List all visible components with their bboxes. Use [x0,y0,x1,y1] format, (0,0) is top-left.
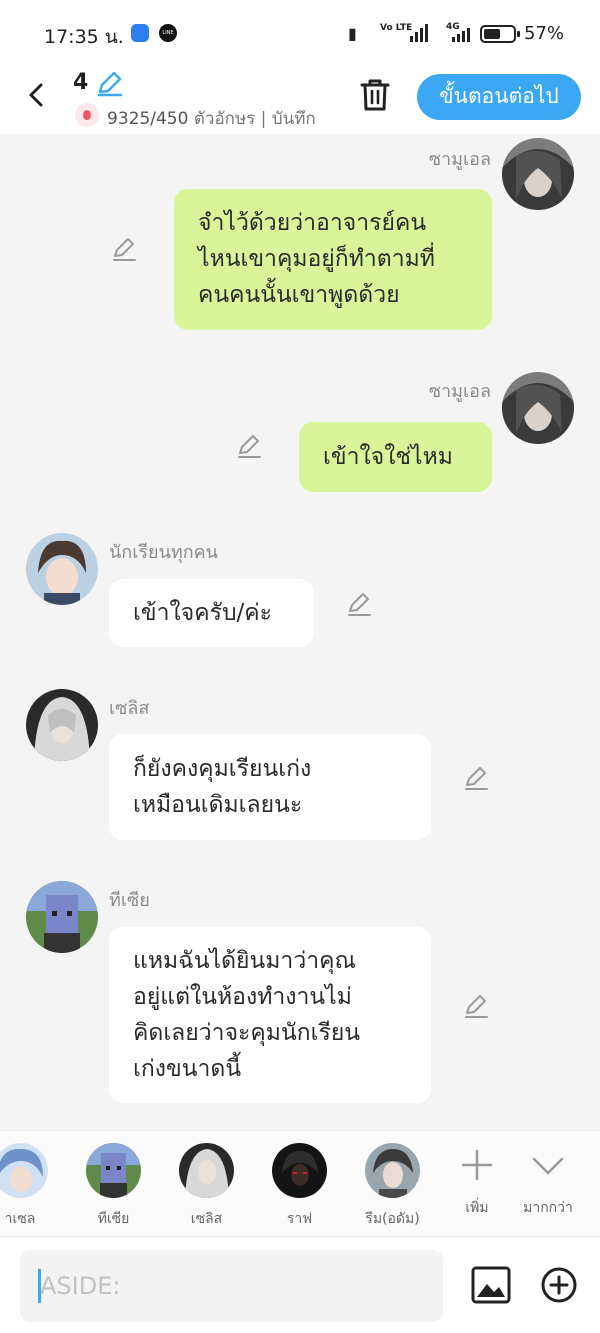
image-icon[interactable] [470,1265,512,1305]
signal-icon [410,24,428,42]
line-notification-icon: LINE [159,24,177,42]
text-cursor [38,1269,41,1303]
sender-name: ซามูเอล [428,149,491,170]
add-character-icon[interactable] [459,1147,495,1183]
status-time: 17:35 น. [44,26,124,48]
back-arrow-icon[interactable] [22,80,52,110]
sender-name: ทีเซีย [109,890,150,911]
message-line: แหมฉันได้ยินมาว่าคุณ [133,948,356,974]
composer-bar [0,1236,600,1333]
chevron-down-icon[interactable] [530,1147,566,1183]
volte-indicator: Vo LTE [380,23,413,33]
message-line: ไหนเขาคุมอยู่ก็ทำตามที่ [198,246,435,272]
avatar[interactable] [26,533,98,605]
message-line: เข้าใจใช่ไหม [323,444,453,470]
pencil-icon[interactable] [95,70,123,98]
character-label: ราฟ [286,1211,313,1227]
character-avatar[interactable] [272,1143,327,1198]
character-selector: าเซล ทีเซีย เซลิส ราฟ รีม(อดัม) เพิ่ม มา… [0,1130,600,1236]
character-label: ทีเซีย [97,1211,130,1227]
character-label: เซลิส [190,1211,223,1227]
message-line: เก่งขนาดนี้ [133,1056,242,1082]
message-line: คิดเลยว่าจะคุมนักเรียน [133,1020,361,1046]
status-bar: 17:35 น. LINE ▮ Vo LTE 4G 57% [0,0,600,66]
sender-name: นักเรียนทุกคน [109,542,218,563]
character-count-suffix: ตัวอักษร | บันทึก [188,109,316,129]
avatar[interactable] [26,881,98,953]
next-step-button[interactable]: ขั้นตอนต่อไป [417,74,581,120]
message-line: คนคนนั้นเขาพูดด้วย [198,282,400,308]
message-line: อยู่แต่ในห้องทำงานไม่ [133,984,352,1010]
character-count-value: 9325/450 [107,109,189,129]
edit-pencil-icon[interactable] [462,764,490,792]
character-count: 9325/450 ตัวอักษร | บันทึก [107,105,331,132]
editor-header: 4 9325/450 ตัวอักษร | บันทึก ขั้นตอนต่อไ… [0,66,600,134]
trash-icon[interactable] [359,78,391,112]
avatar[interactable] [26,689,98,761]
edit-pencil-icon[interactable] [462,992,490,1020]
message-bubble[interactable]: จำไว้ด้วยว่าอาจารย์คน ไหนเขาคุมอยู่ก็ทำต… [174,189,492,330]
character-avatar[interactable] [86,1143,141,1198]
character-avatar[interactable] [0,1143,48,1198]
fire-icon [75,103,99,127]
edit-pencil-icon[interactable] [235,432,263,460]
message-bubble[interactable]: เข้าใจครับ/ค่ะ [109,579,314,647]
battery-percent: 57% [524,23,565,44]
character-label: าเซล [4,1211,36,1227]
battery-icon [480,25,520,43]
chat-area[interactable]: ซามูเอล จำไว้ด้วยว่าอาจารย์คน ไหนเขาคุมอ… [0,134,600,1130]
message-line: จำไว้ด้วยว่าอาจารย์คน [198,210,427,236]
vibrate-icon: ▮ [348,24,357,43]
more-characters-label[interactable]: มากกว่า [518,1197,578,1219]
message-line: ก็ยังคงคุมเรียนเก่ง [133,756,312,782]
message-bubble[interactable]: ก็ยังคงคุมเรียนเก่ง เหมือนเดิมเลยนะ [109,734,431,840]
avatar[interactable] [502,372,574,444]
add-character-label[interactable]: เพิ่ม [452,1197,502,1219]
sender-name: เซลิส [109,698,150,719]
message-bubble[interactable]: แหมฉันได้ยินมาว่าคุณ อยู่แต่ในห้องทำงานไ… [109,927,431,1103]
message-line: เหมือนเดิมเลยนะ [133,792,303,818]
add-plus-icon[interactable] [540,1266,578,1304]
sender-name: ซามูเอล [428,381,491,402]
signal-icon-2 [452,28,470,42]
edit-pencil-icon[interactable] [345,590,373,618]
character-avatar[interactable] [179,1143,234,1198]
edit-pencil-icon[interactable] [110,235,138,263]
aside-input[interactable] [20,1250,443,1322]
character-avatar[interactable] [365,1143,420,1198]
avatar[interactable] [502,138,574,210]
app-notification-icon [131,24,149,42]
episode-number: 4 [73,70,89,95]
character-label: รีม(อดัม) [365,1211,420,1227]
message-bubble[interactable]: เข้าใจใช่ไหม [299,422,492,492]
message-line: เข้าใจครับ/ค่ะ [133,600,273,626]
